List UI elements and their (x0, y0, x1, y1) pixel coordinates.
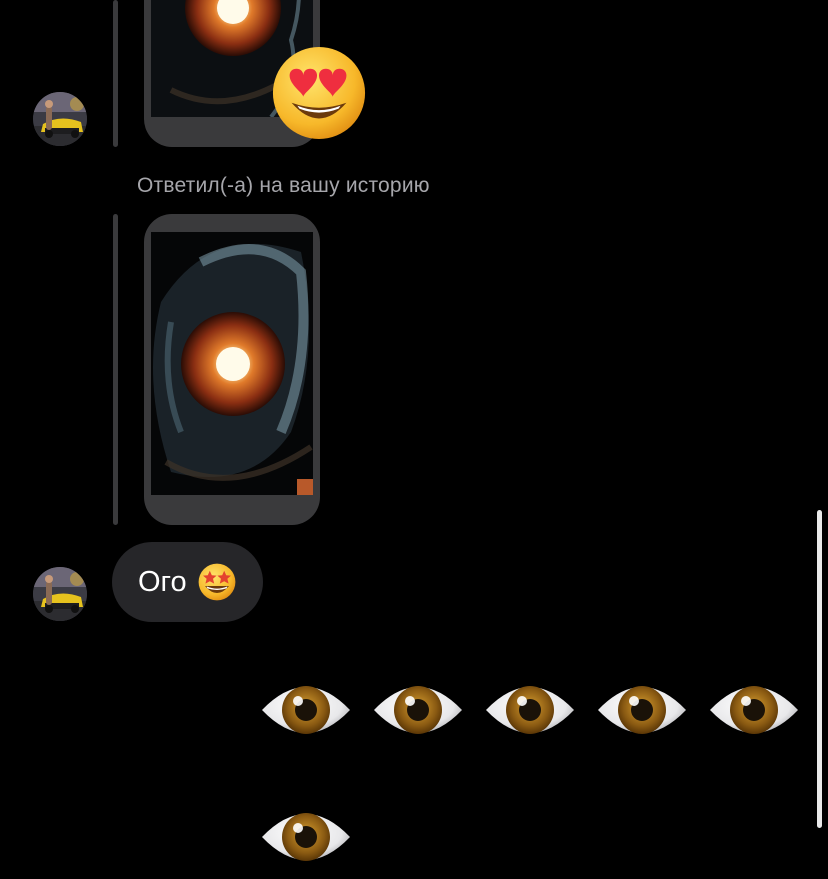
star-struck-emoji-icon (198, 563, 236, 601)
eye-emoji-icon (486, 686, 574, 734)
eye-emoji-icon (710, 686, 798, 734)
heart-eyes-emoji-icon[interactable] (270, 44, 368, 142)
contact-avatar[interactable] (33, 567, 87, 621)
incoming-message-bubble[interactable]: Ого (112, 542, 263, 622)
contact-avatar[interactable] (33, 92, 87, 146)
eye-emoji-icon (374, 686, 462, 734)
story-preview[interactable] (144, 214, 320, 525)
reply-indicator-bar (113, 0, 118, 147)
outgoing-emoji-message[interactable] (256, 668, 804, 752)
story-reply-label: Ответил(-а) на вашу историю (137, 174, 430, 197)
message-text: Ого (138, 565, 187, 598)
eye-emoji-icon (598, 686, 686, 734)
story-image (151, 232, 313, 495)
eye-emoji-icon (262, 686, 350, 734)
scrollbar[interactable] (817, 510, 822, 828)
reply-indicator-bar (113, 214, 118, 525)
eye-emoji-icon (262, 813, 350, 861)
